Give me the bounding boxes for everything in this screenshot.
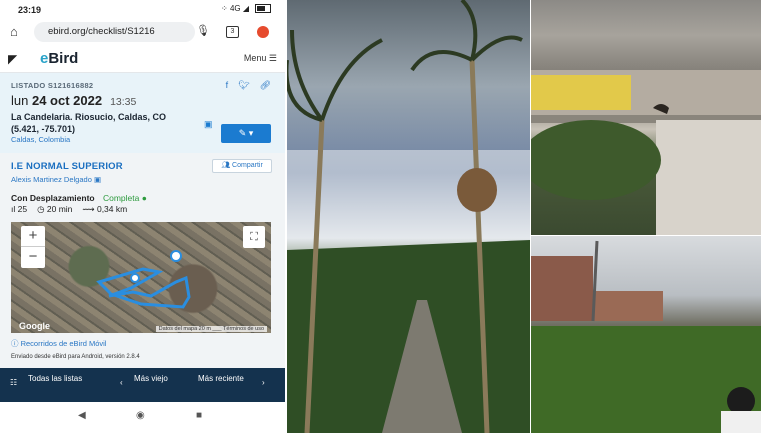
species-icon: ıl — [11, 204, 16, 214]
android-nav-bar: ◀ ◉ ■ — [0, 402, 285, 433]
microphone-icon[interactable]: 🎙︎ — [196, 24, 210, 37]
zoom-out-button[interactable]: − — [21, 247, 45, 267]
photo-bird-rooftop — [531, 0, 761, 235]
checklist-header: LISTADO S121616882 f 🐦︎ 🔗︎ lun 24 oct 20… — [0, 73, 285, 153]
photo-palm-path — [287, 0, 530, 433]
track-start-marker — [130, 273, 140, 283]
track-end-marker — [170, 250, 182, 262]
cornell-logo-icon[interactable]: ◤ — [8, 52, 17, 66]
duration: ◷ 20 min — [37, 204, 72, 215]
track-map[interactable]: + − ⛶ Google Datos del mapa 20 m ___ Tér… — [11, 222, 271, 333]
twitter-icon[interactable]: 🐦︎ — [238, 80, 249, 91]
zoom-controls: + − — [21, 226, 45, 268]
distance: ⟿ 0,34 km — [82, 204, 127, 215]
extension-icon[interactable] — [257, 26, 269, 38]
map-attribution[interactable]: Datos del mapa 20 m ___ Términos de uso — [155, 326, 267, 332]
link-icon[interactable]: 🔗︎ — [260, 80, 271, 91]
stats-row: ıl 25 ◷ 20 min ⟿ 0,34 km — [11, 204, 127, 215]
browser-bar: ⌂ ⚿ ebird.org/checklist/S1216 🎙︎ 3 — [0, 20, 285, 44]
rooftop-illustration — [531, 70, 761, 235]
duration-value: 20 min — [46, 204, 73, 214]
chevron-right-icon[interactable]: › — [262, 378, 265, 388]
checklist-body: I.E NORMAL SUPERIOR 👥︎ Compartir Alexis … — [0, 153, 285, 368]
mobile-tracks-label: Recorridos de eBird Móvil — [20, 339, 107, 348]
share-icons: f 🐦︎ 🔗︎ — [226, 80, 271, 91]
palm-path-illustration — [287, 0, 530, 433]
weekday: lun — [11, 93, 32, 108]
home-circle-icon[interactable]: ◉ — [136, 410, 145, 421]
menu-button[interactable]: Menu ☰ — [244, 53, 277, 64]
all-lists-button[interactable]: Todas las listas — [28, 374, 88, 384]
edit-button[interactable]: ✎ ▾ — [221, 124, 271, 143]
checklist-navigation: ☷ Todas las listas ‹ Más viejo Más recie… — [0, 368, 285, 402]
list-icon: ☷ — [10, 378, 18, 387]
protocol: Con Desplazamiento — [11, 193, 95, 203]
date-value: 24 oct 2022 — [31, 93, 103, 108]
zoom-in-button[interactable]: + — [21, 226, 45, 247]
status-icons: ⁘ 4G ◢ — [221, 4, 271, 13]
tab-switcher-button[interactable]: 3 — [226, 26, 239, 38]
checklist-time: 13:35 — [110, 96, 137, 108]
profile-icon: ▣ — [93, 175, 102, 184]
newer-button[interactable]: Más reciente — [198, 374, 246, 384]
recents-icon[interactable]: ■ — [196, 410, 202, 421]
chevron-left-icon[interactable]: ‹ — [120, 378, 123, 388]
status-bar: 23:19 ⁘ 4G ◢ — [0, 0, 285, 20]
location-coords: (5.421, -75.701) — [11, 124, 76, 134]
field-illustration — [531, 240, 761, 433]
checklist-id: LISTADO S121616882 — [11, 81, 94, 90]
species-count-value: 25 — [17, 204, 28, 214]
share-button[interactable]: 👥︎ Compartir — [212, 159, 272, 173]
person-icon — [727, 387, 755, 415]
signal-icon: ⁘ 4G ◢ — [221, 4, 249, 13]
photo-field-building — [531, 236, 761, 433]
ebird-phone-screenshot: 23:19 ⁘ 4G ◢ ⌂ ⚿ ebird.org/checklist/S12… — [0, 0, 285, 433]
distance-icon: ⟿ — [82, 204, 95, 214]
region-link[interactable]: Caldas, Colombia — [11, 135, 70, 144]
checklist-title: I.E NORMAL SUPERIOR — [11, 161, 123, 172]
info-icon[interactable]: ● — [142, 193, 147, 203]
back-icon[interactable]: ◀ — [78, 410, 86, 421]
share-label: Compartir — [232, 162, 263, 169]
battery-icon — [255, 4, 271, 13]
mobile-tracks-link[interactable]: ⓘ Recorridos de eBird Móvil — [11, 338, 106, 349]
google-logo: Google — [19, 321, 50, 331]
protocol-row: Con Desplazamiento Completa ● — [11, 193, 147, 203]
ebird-logo[interactable]: eBird — [40, 50, 78, 67]
url-field[interactable]: ebird.org/checklist/S1216 — [34, 22, 195, 42]
fullscreen-icon[interactable]: ⛶ — [243, 226, 265, 248]
status-label: Completa — [102, 193, 140, 203]
location-line1: La Candelaria. Riosucio, Caldas, CO — [11, 112, 167, 122]
track-path — [96, 250, 191, 309]
checklist-date: lun 24 oct 2022 13:35 — [11, 93, 136, 108]
location-name[interactable]: La Candelaria. Riosucio, Caldas, CO (5.4… — [11, 111, 196, 135]
map-flag-icon[interactable]: ▣ — [204, 119, 213, 130]
home-icon[interactable]: ⌂ — [10, 24, 18, 39]
observer-link[interactable]: Alexis Martinez Delgado ▣ — [11, 175, 101, 184]
distance-value: 0,34 km — [96, 204, 128, 214]
info-circle-icon: ⓘ — [11, 339, 19, 348]
observer-name: Alexis Martinez Delgado — [11, 175, 92, 184]
older-button[interactable]: Más viejo — [134, 374, 174, 384]
status-complete: Completa ● — [103, 193, 147, 203]
species-count: ıl 25 — [11, 204, 27, 215]
ebird-header: ◤ eBird Menu ☰ — [0, 44, 285, 73]
clock: 23:19 — [18, 5, 42, 15]
facebook-icon[interactable]: f — [226, 80, 229, 91]
clock-icon: ◷ — [37, 204, 45, 214]
submitted-from-text: Enviado desde eBird para Android, versió… — [11, 354, 140, 360]
